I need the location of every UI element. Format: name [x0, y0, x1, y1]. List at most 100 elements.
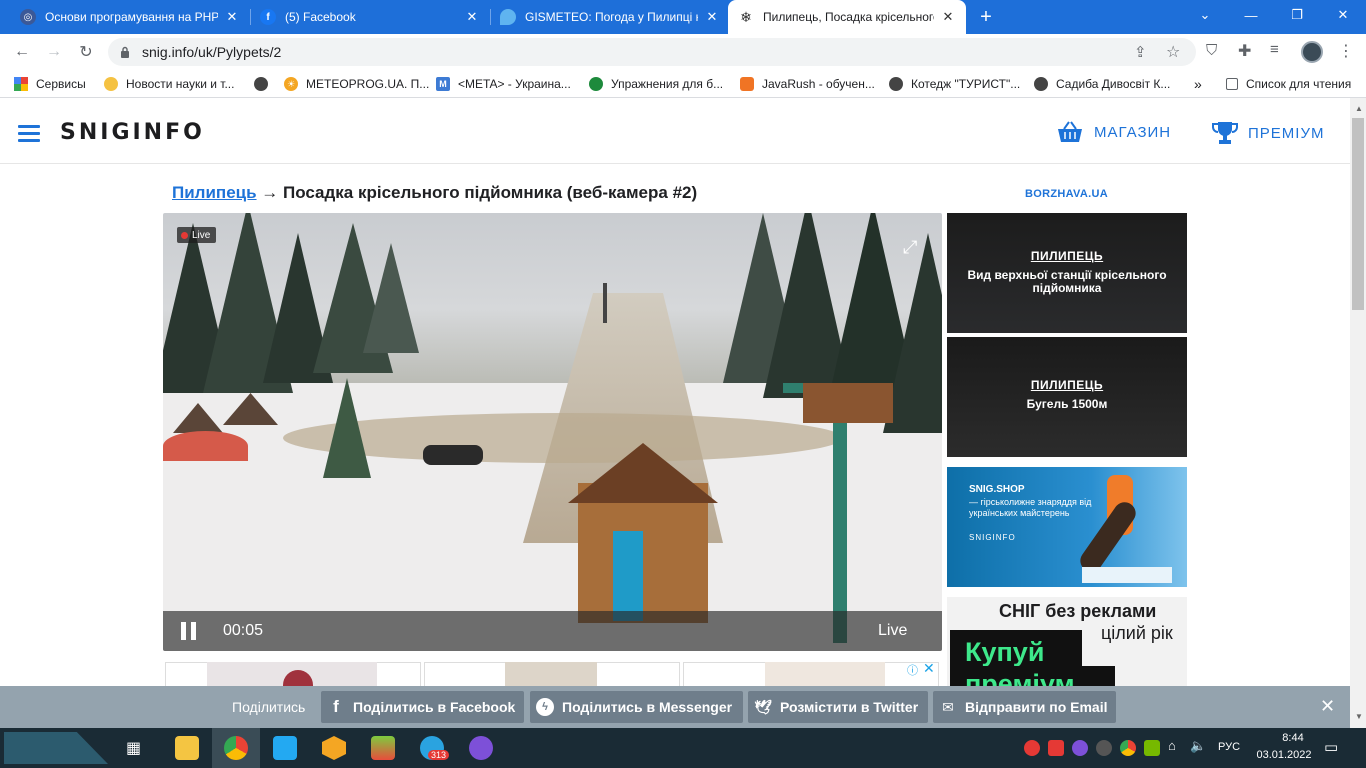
live-badge: Live: [177, 227, 217, 243]
close-tab-icon[interactable]: ✕: [464, 9, 480, 25]
site-logo[interactable]: SNIGINFO: [60, 120, 205, 145]
bookmark-star-icon[interactable]: ☆: [1166, 42, 1180, 62]
bookmark-services[interactable]: Сервисы: [14, 70, 86, 98]
tab-search-icon[interactable]: ⌄: [1182, 0, 1228, 30]
messenger-icon: ϟ: [536, 698, 554, 716]
bookmark-science[interactable]: Новости науки и т...: [104, 70, 234, 98]
share-messenger-button[interactable]: ϟ Поділитись в Messenger: [530, 691, 743, 723]
shop-link[interactable]: МАГАЗИН: [1056, 121, 1171, 143]
camera-card-bugel[interactable]: ПИЛИПЕЦЬ Бугель 1500м: [947, 337, 1187, 457]
share-page-icon[interactable]: ⇪: [1134, 43, 1147, 61]
partner-link[interactable]: BORZHAVA.UA: [1025, 188, 1108, 200]
reload-button[interactable]: ↻: [74, 41, 98, 63]
app-cube-icon[interactable]: [322, 736, 346, 760]
bookmark-meta[interactable]: M <META> - Украина...: [436, 70, 571, 98]
start-button[interactable]: [4, 732, 108, 764]
viber-icon[interactable]: [469, 736, 493, 760]
shield-extension-icon[interactable]: ⛉: [1206, 42, 1217, 59]
bluestacks-icon[interactable]: [371, 736, 395, 760]
tray-app-icon[interactable]: [1096, 740, 1112, 756]
tab-snig-active[interactable]: ❄ Пилипець, Посадка крісельного ✕: [728, 0, 966, 34]
url-text: snig.info/uk/Pylypets/2: [142, 44, 282, 60]
nvidia-tray-icon[interactable]: [1144, 740, 1160, 756]
scrollbar-thumb[interactable]: [1352, 118, 1364, 310]
extensions-puzzle-icon[interactable]: ✚: [1238, 41, 1251, 61]
tray-app-icon[interactable]: [1048, 740, 1064, 756]
camera-title: → Посадка крісельного підйомника (веб-ка…: [261, 183, 698, 202]
trophy-icon: [1212, 122, 1238, 144]
fullscreen-expand-icon[interactable]: ⤢: [903, 237, 917, 258]
bookmark-meteoprog[interactable]: ☀ METEOPROG.UA. П...: [284, 70, 429, 98]
share-email-button[interactable]: ✉ Відправити по Email: [933, 691, 1116, 723]
ad-close-icon[interactable]: ✕: [923, 662, 935, 677]
scroll-up-icon[interactable]: ▲: [1355, 104, 1363, 113]
close-window-button[interactable]: ✕: [1320, 0, 1366, 30]
science-news-icon: [104, 77, 118, 91]
restore-button[interactable]: ❐: [1274, 0, 1320, 30]
bookmark-exercise[interactable]: Упражнения для б...: [589, 70, 723, 98]
vscode-icon[interactable]: [273, 736, 297, 760]
webcam-scene: [163, 213, 942, 651]
viber-tray-icon[interactable]: [1072, 740, 1088, 756]
snig-shop-ad[interactable]: SNIG.SHOP — гірськолижне знаряддя від ук…: [947, 467, 1187, 587]
site-header: SNIGINFO МАГАЗИН ПРЕМІУМ: [0, 98, 1350, 164]
share-close-icon[interactable]: ✕: [1320, 696, 1335, 717]
menu-kebab-icon[interactable]: ⋮: [1338, 41, 1354, 61]
address-bar[interactable]: snig.info/uk/Pylypets/2 ⇪ ☆: [108, 38, 1196, 66]
telegram-badge: 313: [428, 750, 450, 760]
back-button[interactable]: ←: [10, 41, 34, 63]
media-control-icon[interactable]: ≡: [1270, 41, 1279, 58]
exercise-icon: [589, 77, 603, 91]
volume-icon[interactable]: 🔈: [1190, 738, 1206, 754]
javarush-icon: [740, 77, 754, 91]
tray-app-icon[interactable]: [1024, 740, 1040, 756]
camera-card-upper-station[interactable]: ПИЛИПЕЦЬ Вид верхньої станції крісельног…: [947, 213, 1187, 333]
chrome-tray-icon[interactable]: [1120, 740, 1136, 756]
clock-time[interactable]: 8:44: [1268, 732, 1318, 744]
playback-time: 00:05: [223, 622, 264, 639]
player-controls: 00:05 Live: [163, 611, 942, 651]
profile-avatar[interactable]: [1301, 41, 1323, 63]
php-globe-icon: ◎: [20, 9, 36, 25]
share-facebook-button[interactable]: f Поділитись в Facebook: [321, 691, 524, 723]
ad-strip[interactable]: ⓘ ✕: [165, 662, 940, 686]
clock-date[interactable]: 03.01.2022: [1253, 749, 1315, 761]
file-explorer-icon[interactable]: [175, 736, 199, 760]
bookmarks-overflow-button[interactable]: »: [1194, 70, 1202, 98]
pause-button[interactable]: [181, 622, 197, 640]
new-tab-button[interactable]: +: [970, 2, 1002, 32]
language-indicator[interactable]: РУС: [1218, 741, 1240, 753]
minimize-button[interactable]: —: [1228, 0, 1274, 30]
share-twitter-button[interactable]: 🕊 Розмістити в Twitter: [748, 691, 928, 723]
close-tab-icon[interactable]: ✕: [704, 9, 720, 25]
network-icon[interactable]: ⌂: [1168, 738, 1176, 753]
forward-button[interactable]: →: [42, 41, 66, 63]
page-scrollbar[interactable]: ▲ ▼: [1350, 98, 1366, 728]
resort-link[interactable]: Пилипець: [172, 183, 257, 202]
bookmark-javarush[interactable]: JavaRush - обучен...: [740, 70, 875, 98]
webcam-video-player[interactable]: Live ⤢ 00:05 Live: [163, 213, 942, 651]
bookmark-dyvosvit[interactable]: Садиба Дивосвіт К...: [1034, 70, 1170, 98]
tab-php[interactable]: ◎ Основи програмування на PHP ✕: [10, 0, 250, 34]
snowflake-icon: ❄: [738, 9, 754, 25]
live-indicator[interactable]: Live: [878, 622, 907, 640]
premium-ad[interactable]: СНІГ без реклами цілий рік Купуй преміум: [947, 597, 1187, 686]
hamburger-menu-icon[interactable]: [18, 125, 40, 142]
close-tab-icon[interactable]: ✕: [224, 9, 240, 25]
scroll-down-icon[interactable]: ▼: [1355, 712, 1363, 721]
reading-list-button[interactable]: Список для чтения: [1226, 70, 1351, 98]
adchoices-icon[interactable]: ⓘ: [907, 662, 918, 678]
task-view-icon[interactable]: ▦: [126, 738, 141, 758]
tab-strip: ◎ Основи програмування на PHP ✕ f (5) Fa…: [0, 0, 1366, 34]
bookmark-globe[interactable]: [254, 70, 276, 98]
tab-gismeteo[interactable]: GISMETEO: Погода у Пилипці на ✕: [490, 0, 730, 34]
tab-facebook[interactable]: f (5) Facebook ✕: [250, 0, 490, 34]
bookmark-turyst[interactable]: Котедж "ТУРИСТ"...: [889, 70, 1020, 98]
gismeteo-drop-icon: [500, 9, 516, 25]
globe-icon: [889, 77, 903, 91]
close-tab-icon[interactable]: ✕: [940, 9, 956, 25]
notifications-icon[interactable]: ▭: [1324, 738, 1338, 756]
chrome-icon[interactable]: [224, 736, 248, 760]
share-bar: Поділитись f Поділитись в Facebook ϟ Под…: [0, 686, 1350, 728]
premium-link[interactable]: ПРЕМІУМ: [1212, 121, 1324, 145]
